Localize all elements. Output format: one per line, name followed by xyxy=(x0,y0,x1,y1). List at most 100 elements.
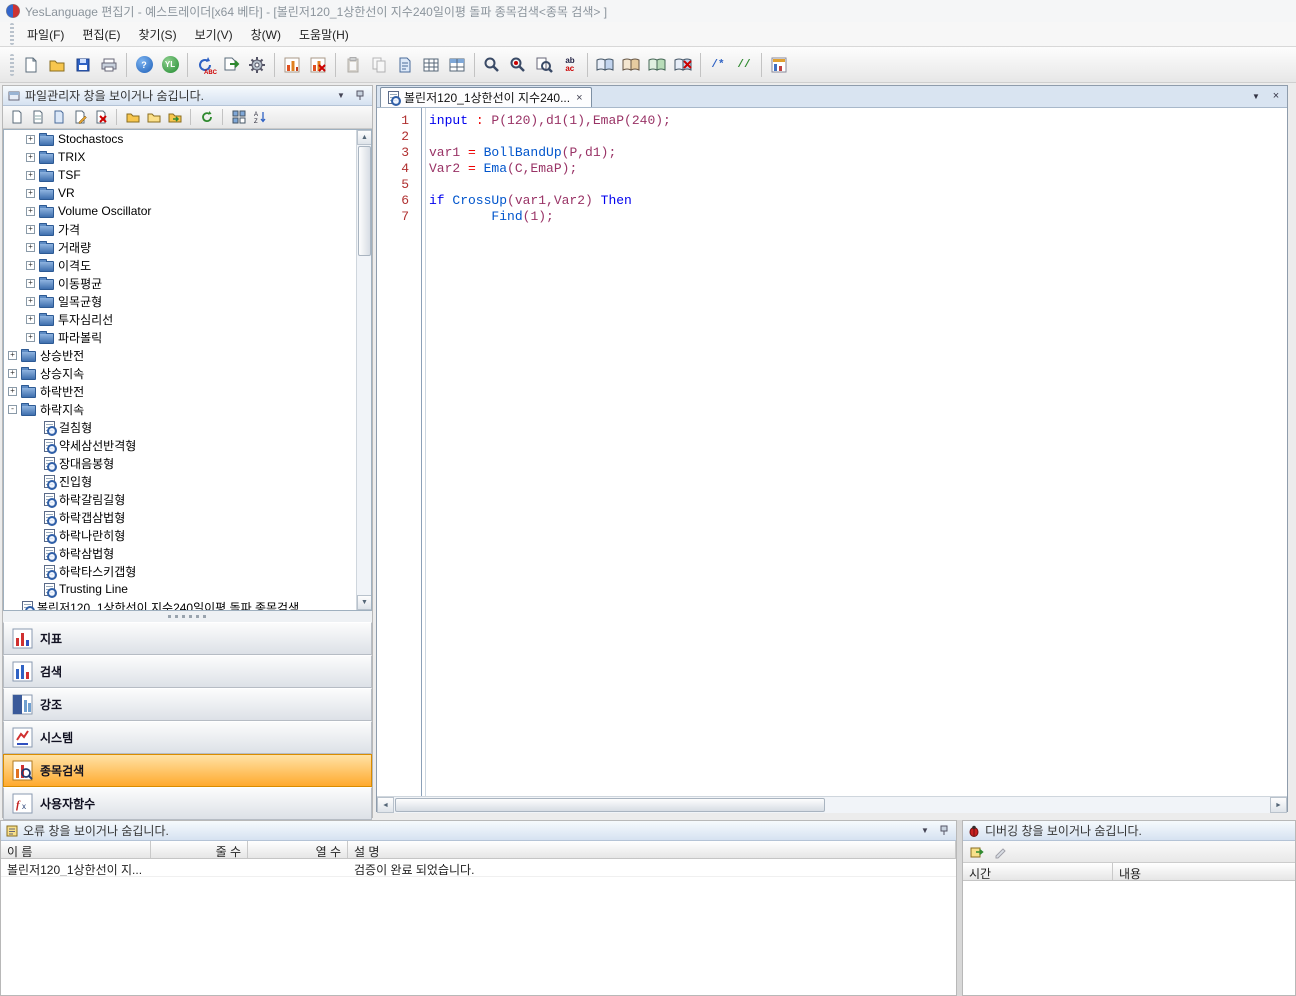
build-gear-icon[interactable] xyxy=(244,52,270,78)
expand-icon[interactable] xyxy=(26,225,35,234)
expand-icon[interactable] xyxy=(26,333,35,342)
menu-window[interactable]: 창(W) xyxy=(242,22,290,47)
tab-close-icon[interactable]: × xyxy=(575,92,583,104)
chart-settings-icon[interactable] xyxy=(766,52,792,78)
tree-item-formula[interactable]: 장대음봉형 xyxy=(4,454,371,472)
close-document-icon[interactable]: × xyxy=(1269,89,1283,103)
fm-sort-az-icon[interactable]: AZ xyxy=(250,108,269,127)
panel-pin-icon[interactable] xyxy=(937,824,951,838)
code-text[interactable] xyxy=(415,129,429,145)
column-desc[interactable]: 설 명 xyxy=(348,841,956,858)
tree-item-fall-continuation[interactable]: 하락지속 xyxy=(4,400,371,418)
tree-item-formula[interactable]: 하락갈림길형 xyxy=(4,490,371,508)
tree-item-disparity[interactable]: 이격도 xyxy=(4,256,371,274)
tree-item-formula[interactable]: 진입형 xyxy=(4,472,371,490)
function-book-3-icon[interactable] xyxy=(644,52,670,78)
scroll-left-icon[interactable]: ◄ xyxy=(377,797,394,813)
expand-icon[interactable] xyxy=(8,387,17,396)
expand-icon[interactable] xyxy=(26,279,35,288)
scroll-thumb[interactable] xyxy=(358,146,371,256)
editor-horizontal-scrollbar[interactable]: ◄ ► xyxy=(377,796,1287,813)
menu-file[interactable]: 파일(F) xyxy=(18,22,73,47)
tree-item-rise-continuation[interactable]: 상승지속 xyxy=(4,364,371,382)
debug-run-icon[interactable] xyxy=(967,842,986,861)
verify-formula-icon[interactable]: ABC xyxy=(192,52,218,78)
tree-item-volume-oscillator[interactable]: Volume Oscillator xyxy=(4,202,371,220)
find-icon[interactable] xyxy=(479,52,505,78)
expand-icon[interactable] xyxy=(26,171,35,180)
panel-pin-icon[interactable] xyxy=(353,89,367,103)
error-row[interactable]: 볼린저120_1상한선이 지... 검증이 완료 되었습니다. xyxy=(1,859,956,877)
new-file-icon[interactable] xyxy=(18,52,44,78)
fm-move-folder-icon[interactable] xyxy=(165,108,184,127)
replace-icon[interactable]: abac xyxy=(557,52,583,78)
expand-icon[interactable] xyxy=(26,189,35,198)
expand-icon[interactable] xyxy=(26,297,35,306)
table-grid-blue-icon[interactable] xyxy=(444,52,470,78)
code-text[interactable] xyxy=(415,177,429,193)
expand-icon[interactable] xyxy=(26,207,35,216)
tree-item-vr[interactable]: VR xyxy=(4,184,371,202)
expand-icon[interactable] xyxy=(26,153,35,162)
column-col[interactable]: 열 수 xyxy=(248,841,348,858)
panel-dropdown-icon[interactable]: ▼ xyxy=(334,89,348,103)
scroll-up-icon[interactable]: ▲ xyxy=(357,130,372,145)
block-comment-icon[interactable]: /* xyxy=(705,52,731,78)
column-time[interactable]: 시간 xyxy=(963,863,1113,880)
tree-item-formula[interactable]: 약세삼선반격형 xyxy=(4,436,371,454)
category-stock-search[interactable]: 종목검색 xyxy=(3,754,372,787)
line-comment-icon[interactable]: // xyxy=(731,52,757,78)
tab-list-dropdown-icon[interactable]: ▼ xyxy=(1249,89,1263,103)
category-user-function[interactable]: fx 사용자함수 xyxy=(3,787,372,820)
find-in-files-icon[interactable] xyxy=(531,52,557,78)
tree-scrollbar[interactable]: ▲ ▼ xyxy=(356,130,371,610)
tree-item-current-formula[interactable]: 볼린저120_1상한선이 지수240일이평 돌파 종목검색 xyxy=(4,598,371,611)
code-area[interactable]: 1input : P(120),d1(1),EmaP(240); 2 3var1… xyxy=(377,108,1287,796)
column-name[interactable]: 이 름 xyxy=(1,841,151,858)
verify-open-icon[interactable] xyxy=(218,52,244,78)
open-file-icon[interactable] xyxy=(44,52,70,78)
column-line[interactable]: 줄 수 xyxy=(151,841,248,858)
editor-tab[interactable]: 볼린저120_1상한선이 지수240... × xyxy=(380,87,592,107)
table-grid-icon[interactable] xyxy=(418,52,444,78)
apply-indicator-icon[interactable] xyxy=(279,52,305,78)
expand-icon[interactable] xyxy=(8,369,17,378)
expand-icon[interactable] xyxy=(26,135,35,144)
fm-open-formula-icon[interactable] xyxy=(28,108,47,127)
tree-item-trix[interactable]: TRIX xyxy=(4,148,371,166)
collapse-icon[interactable] xyxy=(8,405,17,414)
fm-open-folder-icon[interactable] xyxy=(144,108,163,127)
yeslanguage-icon[interactable]: YL xyxy=(157,52,183,78)
code-text[interactable]: var1 = BollBandUp(P,d1); xyxy=(415,145,616,161)
remove-indicator-icon[interactable] xyxy=(305,52,331,78)
tree-item-formula[interactable]: Trusting Line xyxy=(4,580,371,598)
menu-view[interactable]: 보기(V) xyxy=(186,22,242,47)
code-text[interactable]: if CrossUp(var1,Var2) Then xyxy=(415,193,632,209)
code-text[interactable]: Var2 = Ema(C,EmaP); xyxy=(415,161,577,177)
function-book-2-icon[interactable] xyxy=(618,52,644,78)
panel-splitter[interactable] xyxy=(3,611,372,622)
fm-refresh-icon[interactable] xyxy=(197,108,216,127)
tree-item-rise-reversal[interactable]: 상승반전 xyxy=(4,346,371,364)
tree-item-formula[interactable]: 하락갭삼법형 xyxy=(4,508,371,526)
tree-item-moving-average[interactable]: 이동평균 xyxy=(4,274,371,292)
expand-icon[interactable] xyxy=(8,351,17,360)
help-icon[interactable]: ? xyxy=(131,52,157,78)
save-file-icon[interactable] xyxy=(70,52,96,78)
tree-item-parabolic[interactable]: 파라볼릭 xyxy=(4,328,371,346)
menu-help[interactable]: 도움말(H) xyxy=(290,22,358,47)
tree-item-formula[interactable]: 하락삼법형 xyxy=(4,544,371,562)
tree-item-price[interactable]: 가격 xyxy=(4,220,371,238)
fm-save-formula-icon[interactable] xyxy=(49,108,68,127)
code-text[interactable]: input : P(120),d1(1),EmaP(240); xyxy=(415,113,671,129)
tree-item-formula[interactable]: 하락타스키갭형 xyxy=(4,562,371,580)
category-emphasis[interactable]: 강조 xyxy=(3,688,372,721)
tree-item-fall-reversal[interactable]: 하락반전 xyxy=(4,382,371,400)
function-book-1-icon[interactable] xyxy=(592,52,618,78)
tree-item-psychology[interactable]: 투자심리선 xyxy=(4,310,371,328)
scroll-thumb[interactable] xyxy=(395,798,825,812)
tree-item-ichimoku[interactable]: 일목균형 xyxy=(4,292,371,310)
scroll-right-icon[interactable]: ► xyxy=(1270,797,1287,813)
code-text[interactable]: Find(1); xyxy=(415,209,554,225)
column-content[interactable]: 내용 xyxy=(1113,863,1295,880)
